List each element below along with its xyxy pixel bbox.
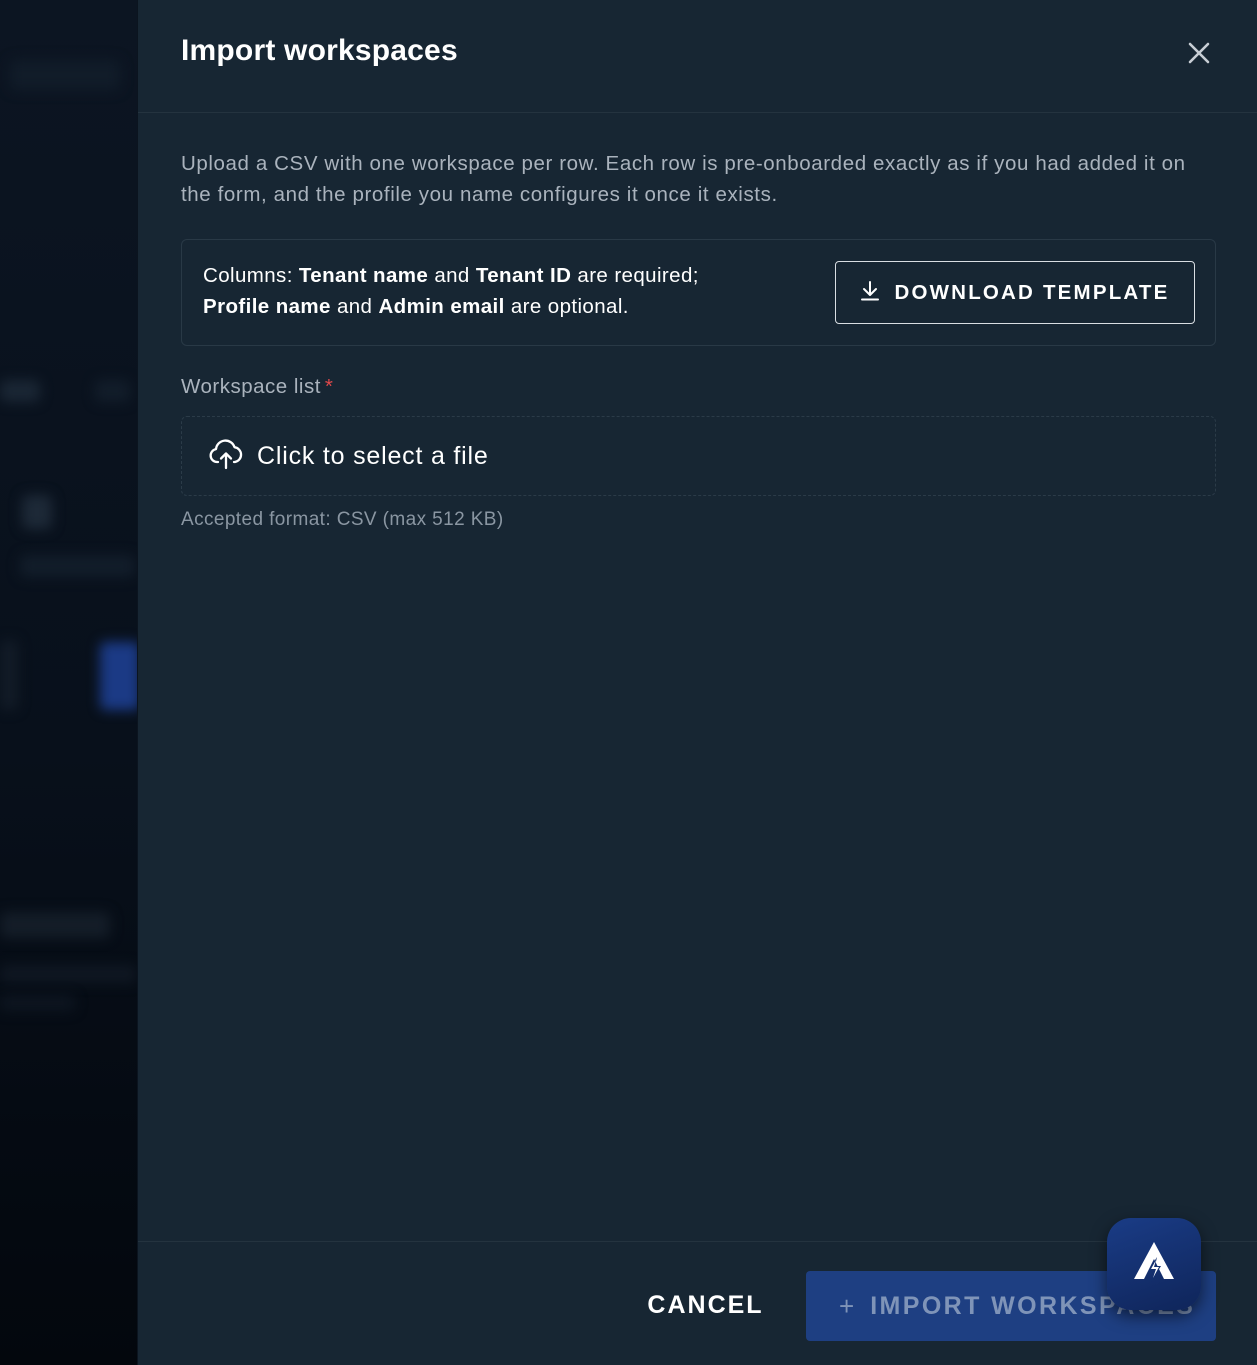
background-blur-shape	[0, 640, 18, 710]
accepted-format-hint: Accepted format: CSV (max 512 KB)	[181, 509, 504, 530]
background-blur-shape	[0, 995, 75, 1011]
columns-prefix: Columns:	[203, 264, 299, 287]
column-admin-email: Admin email	[378, 295, 505, 318]
background-blur-shape	[20, 555, 135, 577]
column-tenant-id: Tenant ID	[475, 264, 572, 287]
file-select-dropzone[interactable]: Click to select a file	[181, 416, 1216, 496]
background-blur-shape	[10, 60, 120, 90]
column-profile-name: Profile name	[203, 295, 331, 318]
background-blur-shape	[0, 912, 110, 938]
cloud-upload-icon	[209, 438, 243, 475]
drawer-description: Upload a CSV with one workspace per row.…	[181, 152, 1186, 206]
columns-info-text: Columns: Tenant name and Tenant ID are r…	[203, 260, 803, 322]
drawer-title: Import workspaces	[181, 34, 458, 67]
column-tenant-name: Tenant name	[298, 264, 429, 287]
columns-info-panel: Columns: Tenant name and Tenant ID are r…	[181, 239, 1216, 346]
background-app	[0, 0, 137, 1365]
download-template-button[interactable]: DOWNLOAD TEMPLATE	[835, 261, 1195, 324]
background-blur-shape	[0, 380, 40, 402]
workspace-list-label-text: Workspace list	[181, 375, 321, 398]
background-blur-shape	[100, 642, 137, 710]
columns-conjunction: and	[330, 295, 379, 318]
assistant-button[interactable]	[1107, 1218, 1201, 1310]
background-blur-shape	[22, 495, 52, 529]
plus-icon: +	[839, 1291, 855, 1321]
columns-optional-suffix: are optional.	[504, 295, 629, 318]
columns-required-suffix: are required;	[571, 264, 699, 287]
workspace-list-label: Workspace list *	[181, 375, 333, 399]
required-asterisk: *	[324, 375, 334, 398]
background-blur-shape	[0, 965, 137, 983]
file-select-label: Click to select a file	[257, 441, 489, 470]
background-blur-shape	[95, 380, 130, 402]
import-workspaces-drawer: Import workspaces Upload a CSV with one …	[137, 0, 1257, 1365]
cancel-button[interactable]: CANCEL	[633, 1270, 778, 1340]
drawer-footer: CANCEL + IMPORT WORKSPACES	[138, 1241, 1257, 1365]
close-button[interactable]	[1182, 38, 1216, 72]
drawer-header: Import workspaces	[138, 0, 1257, 113]
columns-conjunction: and	[428, 264, 476, 287]
download-template-label: DOWNLOAD TEMPLATE	[894, 280, 1170, 304]
assistant-logo-icon	[1131, 1239, 1177, 1290]
close-icon	[1188, 42, 1210, 69]
download-icon	[860, 280, 880, 305]
